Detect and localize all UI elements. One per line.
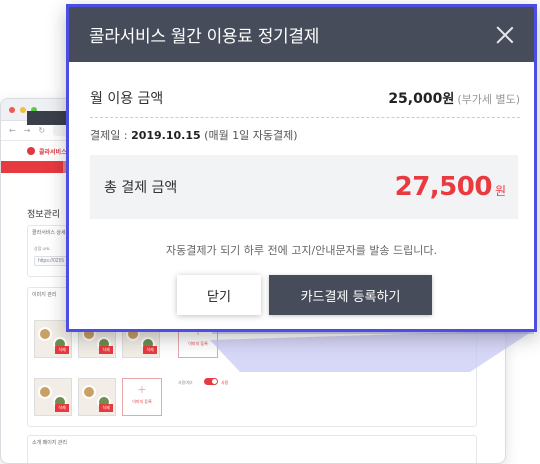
total-amount-label: 총 결제 금액 — [104, 180, 178, 196]
modal-title: 콜라서비스 월간 이용료 정기결제 — [89, 27, 320, 47]
payment-date: 2019.10.15 — [131, 129, 201, 142]
menu-item-info[interactable]: 정보관리 — [33, 187, 55, 196]
site-logo-text[interactable]: 콜라서비스 — [39, 147, 67, 156]
payment-date-suffix: (매월 1일 자동결제) — [200, 129, 298, 142]
register-card-payment-button[interactable]: 카드결제 등록하기 — [269, 275, 432, 315]
delete-image-button[interactable]: 삭제 — [55, 404, 69, 412]
auto-payment-notice: 자동결제가 되기 하루 전에 고지/안내문자를 발송 드립니다. — [165, 244, 438, 257]
forward-arrow-icon[interactable]: → — [24, 126, 31, 135]
monthly-fee-row: 월 이용 금액 25,000원 (부가세 별도) — [90, 88, 520, 108]
background-page-title: 정보관리 — [27, 209, 61, 219]
window-minimize-dot[interactable] — [20, 106, 26, 113]
stage: ← → ↻ 콜라서비스 정보관리 정보관리 콜라서비스 상세 상점 URL ht… — [0, 0, 540, 464]
total-amount: 27,500 — [394, 172, 493, 202]
reload-icon[interactable]: ↻ — [38, 126, 45, 135]
monthly-fee-label: 월 이용 금액 — [90, 91, 164, 107]
delete-image-button[interactable]: 삭제 — [55, 346, 69, 354]
url-label: 상점 URL — [34, 246, 51, 251]
plus-icon: + — [137, 381, 147, 397]
toggle-state-label: 사용 — [221, 380, 229, 385]
add-image-label: 이미지 등록 — [188, 341, 208, 346]
add-image-button[interactable]: + 이미지 등록 — [122, 378, 162, 416]
vat-note: (부가세 별도) — [457, 93, 520, 106]
close-icon[interactable] — [496, 26, 514, 44]
back-arrow-icon[interactable]: ← — [9, 126, 16, 135]
use-label: 사용여부 — [178, 380, 193, 385]
image-thumbnail[interactable]: 삭제 — [78, 378, 116, 416]
add-image-label: 이미지 등록 — [132, 399, 152, 404]
delete-image-button[interactable]: 삭제 — [99, 404, 113, 412]
total-amount-box: 총 결제 금액 27,500 원 — [90, 155, 518, 219]
modal-header: 콜라서비스 월간 이용료 정기결제 — [69, 7, 534, 62]
monthly-fee-value-group: 25,000원 (부가세 별도) — [388, 88, 520, 107]
monthly-fee-unit: 원 — [442, 92, 455, 107]
window-close-dot[interactable] — [9, 106, 15, 113]
use-toggle[interactable] — [204, 378, 218, 385]
intro-page-card: 소개 페이지 관리 — [27, 435, 477, 463]
dashed-divider — [90, 117, 520, 118]
intro-page-title: 소개 페이지 관리 — [32, 440, 67, 446]
total-amount-unit: 원 — [494, 184, 506, 198]
delete-image-button[interactable]: 삭제 — [99, 346, 113, 354]
image-thumbnail[interactable]: 삭제 — [34, 378, 72, 416]
payment-modal: 콜라서비스 월간 이용료 정기결제 월 이용 금액 25,000원 (부가세 별도… — [66, 4, 537, 332]
close-button[interactable]: 닫기 — [177, 275, 261, 315]
payment-date-prefix: 결제일 : — [90, 129, 132, 142]
logo-icon — [27, 147, 35, 155]
total-amount-value-group: 27,500 원 — [395, 172, 506, 202]
payment-date-line: 결제일 : 2019.10.15 (매월 1일 자동결제) — [90, 127, 298, 143]
monthly-fee-amount: 25,000 — [388, 91, 443, 107]
delete-image-button[interactable]: 삭제 — [143, 346, 157, 354]
